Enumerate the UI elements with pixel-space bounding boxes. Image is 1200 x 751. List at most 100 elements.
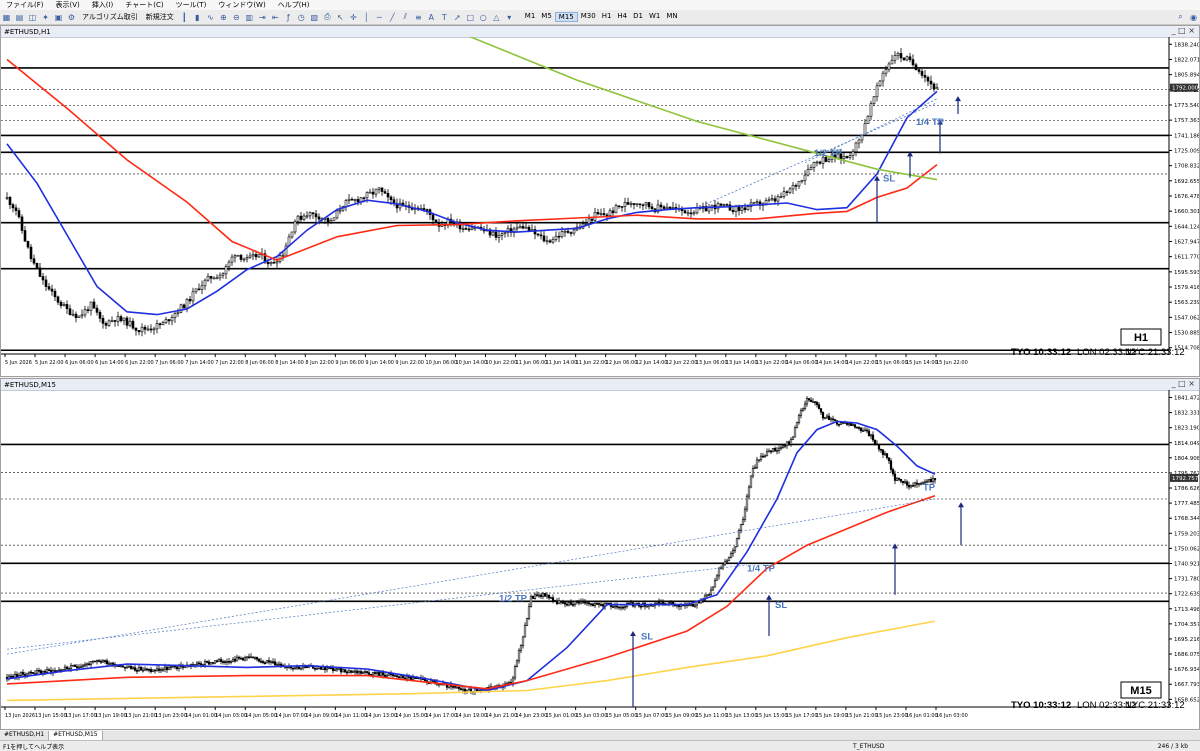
candle: [668, 206, 672, 209]
menu-item-1[interactable]: 表示(V): [50, 0, 86, 10]
zoom-in-icon[interactable]: ⊕: [218, 12, 229, 23]
market-watch-icon[interactable]: ◫: [27, 12, 38, 23]
candle: [791, 436, 795, 440]
candle: [253, 657, 257, 659]
chart-window-h1[interactable]: #ETHUSD,H1 _ □ × 1838.240 1822.071 1805.89…: [0, 25, 1200, 377]
indicators-icon[interactable]: ƒ: [283, 12, 294, 23]
candle: [173, 313, 177, 318]
screenshot-icon[interactable]: ⎙: [322, 12, 333, 23]
candle: [644, 202, 648, 206]
periods-icon[interactable]: ◷: [296, 12, 307, 23]
more-tools-icon[interactable]: ▾: [504, 12, 515, 23]
chart-bar-icon[interactable]: ┃: [179, 12, 190, 23]
candle: [837, 423, 841, 426]
candle: [299, 667, 303, 670]
text-icon[interactable]: A: [426, 12, 437, 23]
tile-windows-icon[interactable]: ▥: [244, 12, 255, 23]
timeframe-m5[interactable]: M5: [538, 12, 555, 22]
x-tick-label: 15 Jun 05:00: [606, 713, 638, 719]
candle: [365, 671, 369, 673]
x-tick-label: 12 Jun 06:00: [606, 360, 638, 366]
candle: [737, 529, 741, 539]
candle: [899, 53, 903, 59]
arrow-icon[interactable]: ➚: [452, 12, 463, 23]
timeframe-h4[interactable]: H4: [614, 12, 630, 22]
candle: [275, 261, 279, 264]
templates-icon[interactable]: ▧: [309, 12, 320, 23]
candle: [905, 56, 909, 61]
chart-line-icon[interactable]: ∿: [205, 12, 216, 23]
fibonacci-icon[interactable]: ≡: [413, 12, 424, 23]
candle: [223, 661, 227, 663]
menu-item-5[interactable]: ウィンドウ(W): [212, 0, 271, 10]
horizontal-line-icon[interactable]: ─: [374, 12, 385, 23]
trendline-icon[interactable]: ╱: [387, 12, 398, 23]
candle: [149, 669, 153, 673]
new-chart-icon[interactable]: ▦: [1, 12, 12, 23]
candle: [302, 215, 306, 220]
candle: [871, 434, 875, 441]
x-tick-label: 8 Jun 14:00: [275, 360, 304, 366]
chart-window-m15[interactable]: #ETHUSD,M15 _ □ × 1841.472 1832.331 1823.1…: [0, 378, 1200, 730]
chart-candle-icon[interactable]: ▮: [192, 12, 203, 23]
crosshair-icon[interactable]: ✛: [348, 12, 359, 23]
candle: [403, 677, 407, 680]
triangle-icon[interactable]: △: [491, 12, 502, 23]
timeframe-w1[interactable]: W1: [646, 12, 663, 22]
timeframe-d1[interactable]: D1: [630, 12, 646, 22]
navigator-icon[interactable]: ✦: [40, 12, 51, 23]
timeframe-m30[interactable]: M30: [578, 12, 599, 22]
timeframe-mn[interactable]: MN: [663, 12, 680, 22]
autoscroll-icon[interactable]: ⇥: [257, 12, 268, 23]
candle: [151, 669, 155, 673]
tester-icon[interactable]: ⚙: [66, 12, 77, 23]
window-controls[interactable]: _ □ ×: [1172, 379, 1195, 388]
candle: [105, 660, 109, 664]
menu-item-4[interactable]: ツール(T): [170, 0, 213, 10]
menu-item-6[interactable]: ヘルプ(H): [272, 0, 316, 10]
candle: [209, 662, 213, 665]
candle: [863, 123, 867, 136]
label-icon[interactable]: T: [439, 12, 450, 23]
zoom-out-icon[interactable]: ⊖: [231, 12, 242, 23]
ellipse-icon[interactable]: ○: [478, 12, 489, 23]
candle: [525, 618, 529, 626]
shapes-icon[interactable]: □: [465, 12, 476, 23]
candle: [494, 231, 498, 238]
vertical-line-icon[interactable]: │: [361, 12, 372, 23]
candle: [769, 450, 773, 453]
menu-item-0[interactable]: ファイル(F): [0, 0, 50, 10]
timeframe-m1[interactable]: M1: [522, 12, 539, 22]
timeframe-h1[interactable]: H1: [599, 12, 615, 22]
candle: [455, 686, 459, 689]
candle: [203, 661, 207, 665]
menu-item-2[interactable]: 挿入(I): [86, 0, 120, 10]
chart-shift-icon[interactable]: ⇤: [270, 12, 281, 23]
timeframe-m15[interactable]: M15: [554, 12, 578, 22]
search-icon[interactable]: ⌕: [1175, 12, 1186, 23]
user-icon[interactable]: ◉: [1188, 12, 1199, 23]
new-order-button[interactable]: 新規注文: [142, 12, 178, 22]
candle: [109, 662, 113, 665]
y-tick-label: 1667.793: [1174, 682, 1199, 688]
candle: [533, 594, 537, 599]
cursor-icon[interactable]: ↖: [335, 12, 346, 23]
profiles-icon[interactable]: ▤: [14, 12, 25, 23]
window-controls[interactable]: _ □ ×: [1172, 26, 1195, 35]
candle: [872, 96, 876, 104]
menu-item-3[interactable]: チャート(C): [119, 0, 169, 10]
tab-h1[interactable]: #ETHUSD,H1: [0, 731, 50, 740]
tab-m15[interactable]: #ETHUSD,M15: [49, 731, 103, 740]
candle: [933, 478, 937, 481]
candle: [885, 453, 889, 458]
x-tick-label: 8 Jun 06:00: [245, 360, 274, 366]
candle: [158, 323, 162, 326]
candle: [116, 316, 120, 322]
chart-m15[interactable]: 1841.472 1832.331 1823.190 1814.049 1804.908…: [1, 390, 1199, 729]
x-tick-label: 12 Jun 14:00: [636, 360, 668, 366]
chart-h1[interactable]: 1838.2401822.0711805.8941789.7181773.540…: [1, 37, 1199, 376]
channel-icon[interactable]: ⫽: [400, 12, 411, 23]
x-tick-label: 7 Jun 22:00: [215, 360, 244, 366]
terminal-icon[interactable]: ▣: [53, 12, 64, 23]
algo-trading-button[interactable]: アルゴリズム取引: [78, 12, 142, 22]
